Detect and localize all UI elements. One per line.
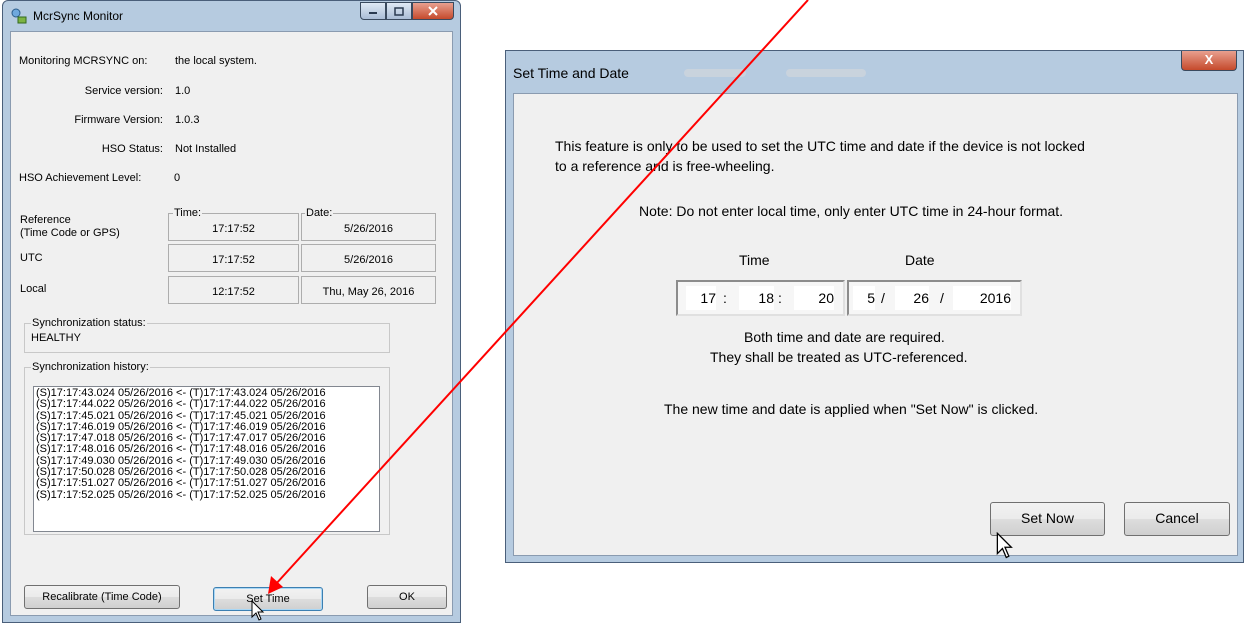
date-column-header: Date: <box>305 207 334 219</box>
annotation-arrow <box>268 0 809 594</box>
time-column-header: Time: <box>173 207 203 219</box>
